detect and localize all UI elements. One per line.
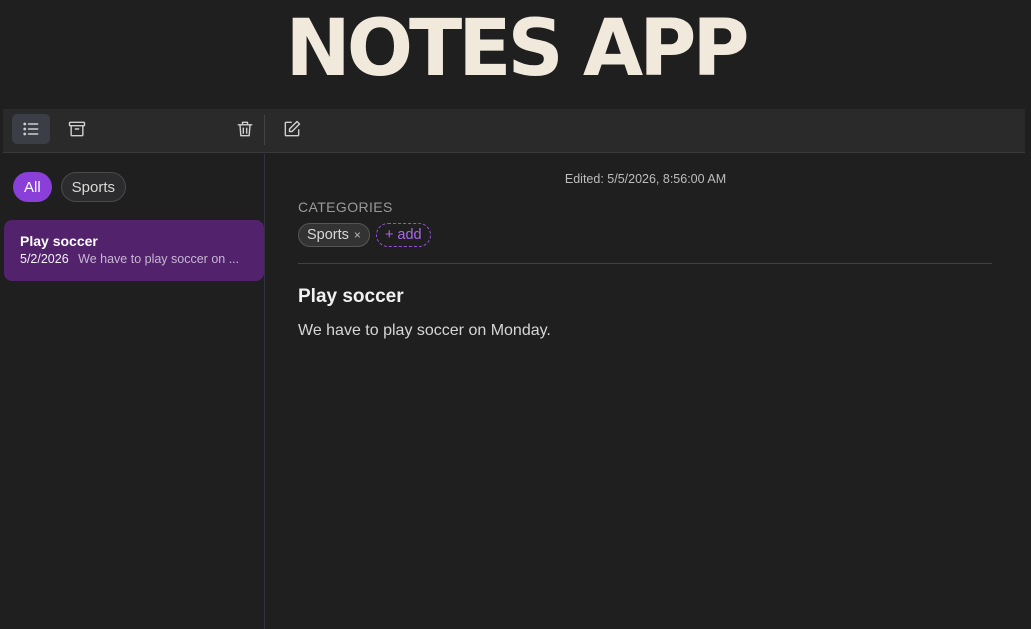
toolbar [3, 109, 1025, 153]
note-item-date: 5/2/2026 [20, 252, 69, 266]
delete-button[interactable] [226, 114, 264, 144]
sidebar: All Sports Play soccer 5/2/2026 We have … [3, 154, 265, 629]
tag-sports[interactable]: Sports × [298, 223, 370, 247]
new-note-button[interactable] [273, 114, 311, 144]
note-item-title: Play soccer [20, 233, 98, 249]
tag-label: Sports [307, 227, 349, 243]
toolbar-divider [264, 115, 265, 145]
note-list-item[interactable]: Play soccer 5/2/2026 We have to play soc… [4, 220, 264, 281]
divider [298, 263, 992, 264]
filter-sports[interactable]: Sports [60, 172, 127, 202]
list-icon [23, 122, 39, 136]
edit-icon [284, 120, 301, 137]
remove-tag-icon[interactable]: × [354, 228, 361, 242]
category-tags: Sports × + add [298, 223, 431, 247]
edited-timestamp: Edited: 5/5/2026, 8:56:00 AM [564, 172, 727, 186]
category-filters: All Sports [13, 172, 127, 202]
add-category-button[interactable]: + add [375, 223, 431, 247]
list-view-button[interactable] [12, 114, 50, 144]
archive-icon [68, 121, 86, 137]
note-editor: Edited: 5/5/2026, 8:56:00 AM CATEGORIES … [266, 154, 1025, 629]
archive-button[interactable] [58, 114, 96, 144]
filter-all[interactable]: All [13, 172, 52, 202]
note-item-preview: We have to play soccer on ... [78, 252, 240, 266]
note-title[interactable]: Play soccer [298, 286, 404, 308]
note-item-meta: 5/2/2026 We have to play soccer on ... [20, 252, 248, 266]
app-title: NOTES APP [285, 4, 749, 94]
trash-icon [237, 121, 253, 137]
categories-label: CATEGORIES [298, 199, 393, 215]
note-body[interactable]: We have to play soccer on Monday. [298, 322, 551, 340]
notes-window: All Sports Play soccer 5/2/2026 We have … [3, 109, 1025, 629]
